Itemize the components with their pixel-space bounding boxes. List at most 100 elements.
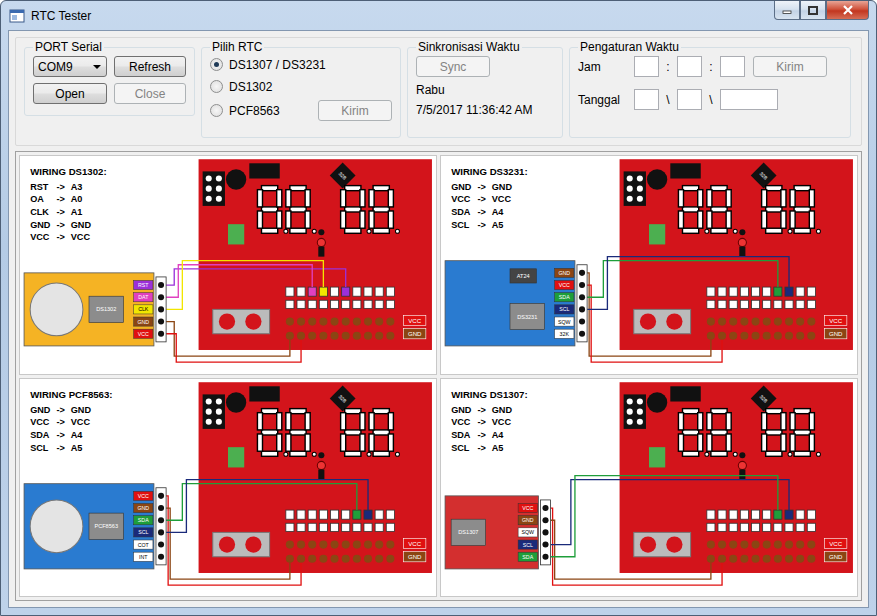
wire (166, 334, 301, 362)
rtc-radio[interactable]: PCF8563 (210, 102, 280, 119)
board-pin-label: GND (404, 551, 426, 561)
group-title: Pilih RTC (210, 40, 264, 54)
wire (166, 479, 368, 532)
chip: DS1302 (89, 296, 123, 322)
seven-segment-digit-icon (678, 408, 708, 456)
svg-text:RST->A3: RST->A3 (30, 182, 82, 192)
module-pin: GND (555, 268, 585, 277)
seven-segment-digit-icon (790, 186, 820, 234)
board-pin-label: GND (404, 329, 426, 339)
wiring-diagram: 328VCCGNDAT24DS3231GNDVCCSDASCLSQW32KWIR… (440, 155, 858, 375)
seven-segment-digit-icon (762, 186, 792, 234)
module-pin: SQW (555, 317, 585, 326)
wire (166, 269, 346, 287)
rtc-select-group: Pilih RTC DS1307 / DS3231 DS1302 PCF8563 Kir… (201, 40, 401, 138)
date-field[interactable] (720, 89, 778, 110)
svg-text:RST: RST (138, 282, 149, 288)
board-pin-label: VCC (404, 315, 426, 325)
module-pin: COT (134, 540, 164, 549)
svg-text:AT24: AT24 (517, 273, 530, 279)
svg-text:VCC: VCC (829, 317, 842, 324)
refresh-button[interactable]: Refresh (114, 56, 186, 77)
rtc-radio[interactable]: DS1307 / DS3231 (210, 56, 326, 73)
svg-text:OA->A0: OA->A0 (30, 194, 82, 204)
wiring-diagram: 328VCCGNDDS1307VCCGNDSQWSCLSDAWIRING DS1… (440, 378, 858, 598)
wire (587, 273, 711, 356)
svg-text:SDA: SDA (138, 517, 149, 523)
rtc-send-button[interactable]: Kirim (318, 100, 392, 121)
board-pin-label: VCC (825, 315, 847, 325)
group-title: Pengaturan Waktu (578, 40, 681, 54)
time-send-button[interactable]: Kirim (753, 56, 827, 77)
seven-segment-digit-icon (707, 186, 737, 234)
rtc-module: DS1302RSTDATCLKGNDVCC (24, 261, 346, 362)
svg-text:SDA->A4: SDA->A4 (451, 430, 504, 440)
control-bar: PORT SerialCOM9RefreshOpenClosePilih RTC… (15, 37, 862, 146)
maximize-button[interactable] (800, 1, 826, 20)
svg-text:SDA->A4: SDA->A4 (451, 207, 504, 217)
svg-text:VCC: VCC (138, 492, 149, 498)
datetime-label: 7/5/2017 11:36:42 AM (416, 103, 554, 117)
chip-icon: 328 (751, 163, 777, 189)
close-port-button[interactable]: Close (114, 83, 186, 104)
module-pin: SDA (134, 515, 164, 524)
seven-segment-digit-icon (790, 408, 820, 456)
radio-icon (210, 80, 223, 93)
svg-text:VCC->VCC: VCC->VCC (451, 194, 511, 204)
wiring-drawing: 328VCCGNDDS1307VCCGNDSQWSCLSDAWIRING DS1… (441, 379, 857, 597)
date-label: Tanggal (578, 93, 634, 107)
open-button[interactable]: Open (33, 83, 107, 104)
wiring-legend: WIRING PCF8563:GND->GNDVCC->VCCSDA->A4SC… (30, 389, 112, 452)
svg-text:VCC: VCC (522, 505, 533, 511)
svg-text:SCL->A5: SCL->A5 (451, 442, 503, 452)
svg-text:DS1302: DS1302 (96, 306, 116, 312)
seven-segment-digit-icon (678, 186, 708, 234)
sync-button[interactable]: Sync (416, 56, 490, 77)
time-field[interactable] (677, 56, 702, 77)
svg-text:VCC->VCC: VCC->VCC (30, 417, 90, 427)
svg-text:COT: COT (138, 541, 150, 547)
svg-text:328: 328 (759, 170, 769, 180)
time-field[interactable] (634, 56, 659, 77)
module-pin: SCL (134, 527, 164, 536)
wire (166, 508, 290, 579)
module-pin: CLK (134, 305, 164, 314)
time-field[interactable] (720, 56, 745, 77)
minimize-button[interactable] (774, 1, 800, 20)
svg-text:VCC: VCC (408, 317, 421, 324)
sync-group: Sinkronisasi WaktuSyncRabu7/5/2017 11:36… (407, 40, 563, 138)
wiring-diagram: 328VCCGNDPCF8563VCCGNDSDASCLCOTINTWIRING… (19, 378, 437, 598)
module-pin: SQW (518, 527, 548, 536)
svg-text:SCL->A5: SCL->A5 (451, 220, 503, 230)
date-field[interactable] (634, 89, 659, 110)
svg-text:WIRING DS3231:: WIRING DS3231: (451, 166, 527, 177)
wire (166, 322, 290, 356)
date-field[interactable] (677, 89, 702, 110)
app-window: RTC TesterPORT SerialCOM9RefreshOpenClos… (0, 0, 877, 616)
svg-text:328: 328 (338, 393, 348, 403)
wire (587, 261, 778, 298)
port-select[interactable]: COM9 (33, 56, 107, 77)
rtc-module: PCF8563VCCGNDSDASCLCOTINT (24, 479, 368, 585)
module-pin: RST (134, 280, 164, 289)
svg-text:SCL: SCL (523, 541, 533, 547)
wiring-diagrams: 328VCCGNDDS1302RSTDATCLKGNDVCCWIRING DS1… (15, 151, 862, 601)
seven-segment-digit-icon (286, 408, 316, 456)
module-pin: VCC (555, 280, 585, 289)
close-button[interactable] (826, 1, 869, 20)
module-pin: SDA (555, 293, 585, 302)
chip-icon: 328 (751, 385, 777, 411)
module-pin: 32K (555, 329, 585, 338)
wire (551, 479, 789, 544)
module-pin: DAT (134, 293, 164, 302)
seven-segment-digit-icon (257, 408, 287, 456)
wiring-diagram: 328VCCGNDDS1302RSTDATCLKGNDVCCWIRING DS1… (19, 155, 437, 375)
rtc-radio[interactable]: DS1302 (210, 78, 272, 95)
wiring-drawing: 328VCCGNDAT24DS3231GNDVCCSDASCLSQW32KWIR… (441, 156, 857, 374)
wire (166, 261, 323, 310)
svg-text:GND->GND: GND->GND (451, 182, 512, 192)
seven-segment-digit-icon (341, 408, 371, 456)
window-title: RTC Tester (31, 9, 768, 23)
svg-text:VCC->VCC: VCC->VCC (451, 417, 511, 427)
wire (587, 257, 789, 310)
